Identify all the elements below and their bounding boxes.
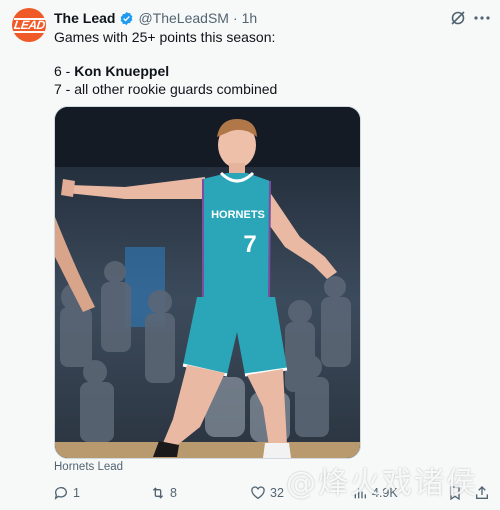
tweet-time[interactable]: 1h bbox=[242, 10, 258, 26]
watermark-text: @烽火戏诸侯 bbox=[286, 466, 478, 501]
avatar[interactable]: LEAD bbox=[12, 8, 46, 42]
player-name: Kon Knueppel bbox=[74, 63, 170, 79]
avatar-logo-text: LEAD bbox=[12, 17, 46, 33]
account-name[interactable]: The Lead bbox=[54, 10, 115, 26]
retweet-button[interactable]: 8 bbox=[150, 483, 177, 503]
more-icon[interactable] bbox=[474, 16, 490, 20]
basketball-player-photo: HORNETS 7 bbox=[55, 107, 360, 458]
verified-badge-icon bbox=[121, 11, 133, 25]
tweet-photo[interactable]: HORNETS 7 bbox=[54, 106, 361, 459]
account-handle[interactable]: @TheLeadSM bbox=[138, 10, 228, 26]
line2-prefix: 6 - bbox=[54, 63, 75, 79]
separator-dot: · bbox=[232, 10, 238, 26]
tweet-text-line1: Games with 25+ points this season: bbox=[54, 29, 276, 45]
grok-icon[interactable] bbox=[450, 10, 466, 26]
retweet-icon bbox=[152, 487, 164, 499]
tweet-text-line2: 6 - Kon Knueppel bbox=[54, 62, 169, 80]
reply-count: 1 bbox=[73, 486, 80, 500]
like-button[interactable]: 32 bbox=[250, 483, 284, 503]
reply-icon bbox=[54, 487, 67, 500]
like-icon bbox=[251, 486, 265, 500]
tweet-text-line3: 7 - all other rookie guards combined bbox=[54, 81, 278, 97]
photo-caption: Hornets Lead bbox=[54, 461, 124, 473]
retweet-count: 8 bbox=[170, 486, 177, 500]
jersey-team-text: HORNETS bbox=[211, 209, 265, 221]
reply-button[interactable]: 1 bbox=[53, 483, 80, 503]
like-count: 32 bbox=[270, 486, 284, 500]
jersey-number-text: 7 bbox=[243, 231, 256, 258]
tweet-header: The Lead @TheLeadSM · 1h bbox=[54, 9, 440, 27]
